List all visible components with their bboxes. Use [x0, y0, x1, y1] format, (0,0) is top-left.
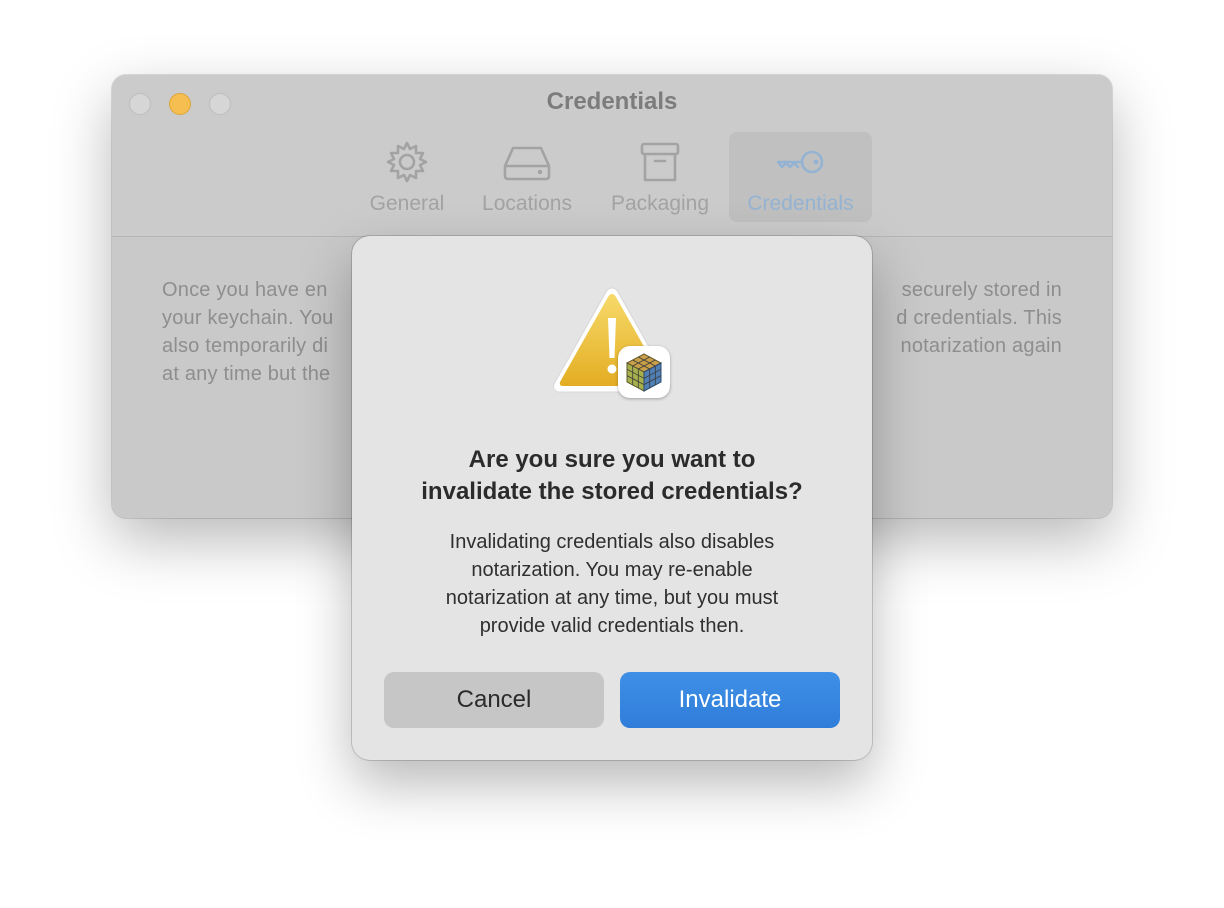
- description-text-right: notarization again: [900, 335, 1062, 357]
- tab-label: Credentials: [747, 192, 854, 215]
- key-icon: [776, 150, 823, 174]
- invalidate-button[interactable]: Invalidate: [620, 672, 840, 728]
- archive-box-icon: [640, 142, 680, 182]
- tab-label: Locations: [482, 192, 572, 215]
- app-cube-icon: [625, 353, 663, 392]
- tab-locations[interactable]: Locations: [472, 132, 582, 222]
- tab-packaging[interactable]: Packaging: [600, 132, 720, 222]
- cancel-button[interactable]: Cancel: [384, 672, 604, 728]
- tab-label: Packaging: [610, 192, 710, 215]
- app-badge: [618, 346, 670, 398]
- alert-title: Are you sure you want to invalidate the …: [372, 444, 852, 508]
- gear-icon: [386, 141, 428, 183]
- description-text-left: Once you have en: [162, 279, 328, 301]
- window-title: Credentials: [546, 88, 678, 115]
- alert-message: Invalidating credentials also disables n…: [372, 528, 852, 640]
- description-text-left: your keychain. You: [162, 307, 334, 329]
- description-text-left: also temporarily di: [162, 335, 329, 357]
- tab-label: General: [369, 192, 445, 215]
- drive-icon: [503, 146, 551, 181]
- screen: Credentials General Locations Packaging …: [0, 0, 1224, 908]
- alert-message-line: notarization. You may re-enable: [471, 559, 753, 581]
- description-text-right: d credentials. This: [896, 307, 1062, 329]
- alert-title-line: Are you sure you want to: [468, 446, 756, 473]
- alert-message-line: provide valid credentials then.: [479, 615, 745, 637]
- alert-title-line: invalidate the stored credentials?: [421, 478, 803, 505]
- invalidate-credentials-alert: Are you sure you want to invalidate the …: [352, 236, 872, 760]
- description-text-left: at any time but the: [162, 363, 331, 385]
- description-text-right: securely stored in: [901, 279, 1062, 301]
- tab-general[interactable]: General: [355, 132, 459, 222]
- window-toolbar: Credentials General Locations Packaging …: [112, 75, 1112, 237]
- alert-message-line: Invalidating credentials also disables: [449, 531, 775, 553]
- alert-message-line: notarization at any time, but you must: [445, 587, 779, 609]
- tab-credentials[interactable]: Credentials: [729, 132, 872, 222]
